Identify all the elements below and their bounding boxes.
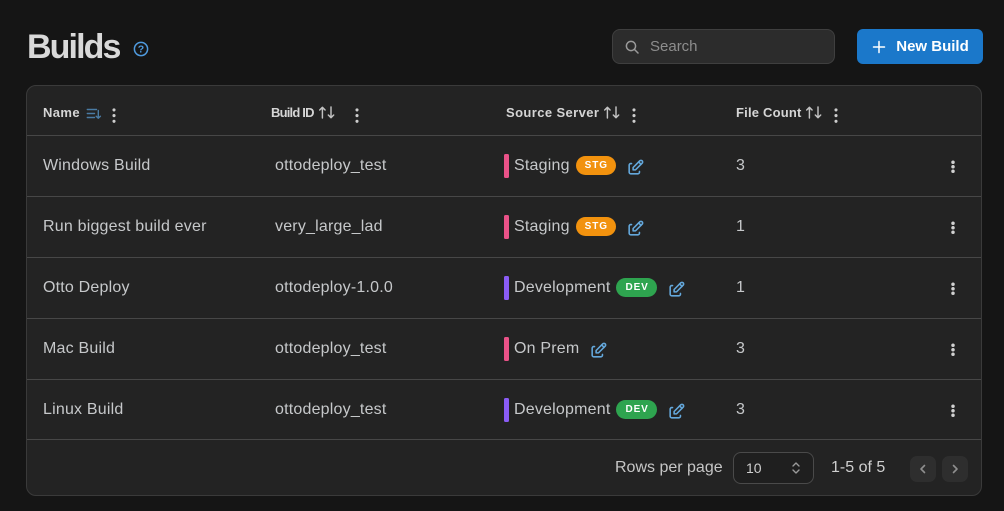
svg-text:?: ? [138, 44, 144, 56]
